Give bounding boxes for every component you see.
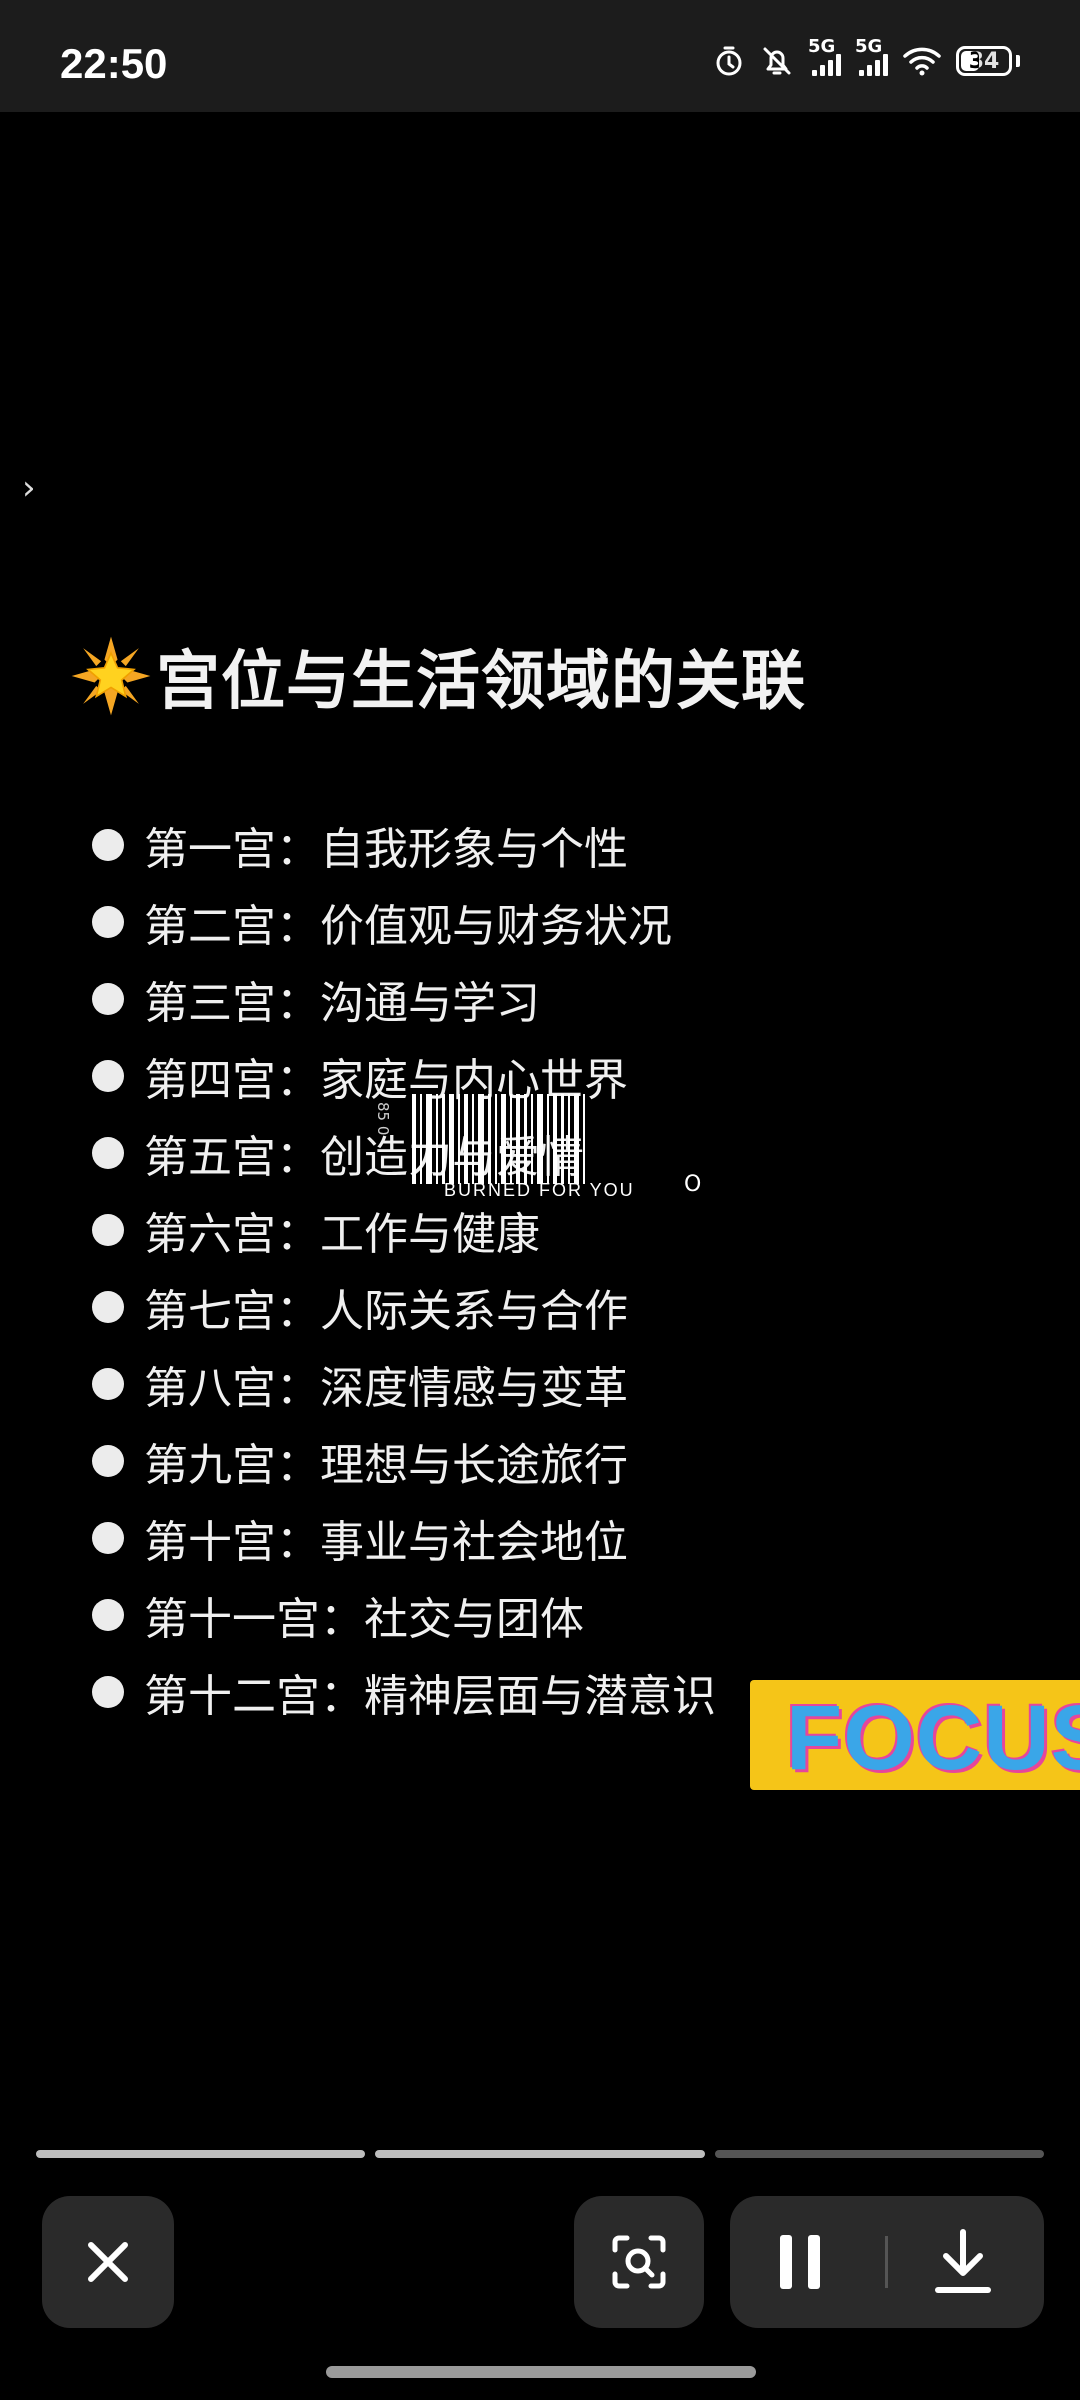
lens-scan-icon <box>612 2235 666 2289</box>
download-button[interactable] <box>928 2226 998 2298</box>
barcode-sticker[interactable]: 85 0 BURNED FOR YOU O <box>372 1092 712 1202</box>
pause-button[interactable] <box>770 2229 830 2295</box>
bullet-dot <box>92 1290 124 1323</box>
close-icon <box>88 2242 128 2282</box>
mute-bell-icon <box>763 47 791 75</box>
bullet-dot <box>92 1213 124 1246</box>
focus-sticker[interactable]: FOCUS <box>750 1680 1080 1790</box>
focus-sticker-text: FOCUS <box>786 1687 1080 1789</box>
list-item: 第十一宫：社交与团体 <box>92 1576 716 1653</box>
bullet-dot <box>92 1136 124 1169</box>
barcode-mark: O <box>684 1172 702 1197</box>
barcode-graphic <box>412 1094 589 1184</box>
home-indicator[interactable] <box>326 2366 756 2378</box>
lens-scan-button[interactable] <box>574 2196 704 2328</box>
list-item: 第七宫：人际关系与合作 <box>92 1268 716 1345</box>
battery-icon: 34 <box>956 46 1012 76</box>
status-bar: 22:50 5G 5G 34 <box>0 0 1080 112</box>
list-item: 第十宫：事业与社会地位 <box>92 1499 716 1576</box>
pause-icon <box>780 2235 820 2289</box>
list-item-label: 第十宫：事业与社会地位 <box>144 1516 628 1568</box>
bullet-dot <box>92 828 124 861</box>
list-item: 第一宫：自我形象与个性 <box>92 806 716 883</box>
bullet-dot <box>92 905 124 938</box>
bullet-dot <box>92 1521 124 1554</box>
signal-5g-icon: 5G <box>855 36 888 76</box>
list-item-label: 第十二宫：精神层面与潜意识 <box>144 1670 716 1722</box>
list-item: 第十二宫：精神层面与潜意识 <box>92 1653 716 1730</box>
bullet-dot <box>92 1059 124 1092</box>
story-progress <box>36 2150 1044 2158</box>
battery-level: 34 <box>968 48 1000 74</box>
signal-5g-icon: 5G <box>808 36 841 76</box>
download-icon <box>935 2229 991 2293</box>
barcode-caption: BURNED FOR YOU <box>444 1180 635 1200</box>
bullet-dot <box>92 1444 124 1477</box>
bullet-dot <box>92 1675 124 1708</box>
list-item-label: 第一宫：自我形象与个性 <box>144 823 628 875</box>
list-item-label: 第三宫：沟通与学习 <box>144 977 540 1029</box>
list-item-label: 第九宫：理想与长途旅行 <box>144 1439 628 1491</box>
alarm-icon <box>716 46 742 76</box>
list-item-label: 第十一宫：社交与团体 <box>144 1593 584 1645</box>
list-item-label: 第六宫：工作与健康 <box>144 1208 540 1260</box>
list-item-label: 第二宫：价值观与财务状况 <box>144 900 672 952</box>
list-item-label: 第八宫：深度情感与变革 <box>144 1362 628 1414</box>
battery-cap <box>1016 55 1020 67</box>
barcode-side-text: 85 0 <box>374 1102 392 1136</box>
house-list: 第一宫：自我形象与个性 第二宫：价值观与财务状况 第三宫：沟通与学习 第四宫：家… <box>92 806 716 1730</box>
wifi-icon <box>903 47 941 76</box>
status-time: 22:50 <box>60 40 168 87</box>
list-item: 第九宫：理想与长途旅行 <box>92 1422 716 1499</box>
glowing-star-icon <box>71 636 151 716</box>
page-title: 宫位与生活领域的关联 <box>156 645 806 719</box>
signal-label: 5G <box>808 36 836 57</box>
bullet-dot <box>92 1367 124 1400</box>
status-icons: 5G 5G 34 <box>712 36 1020 78</box>
bullet-dot <box>92 982 124 1015</box>
list-item-label: 第七宫：人际关系与合作 <box>144 1285 628 1337</box>
list-item: 第八宫：深度情感与变革 <box>92 1345 716 1422</box>
playback-controls <box>730 2196 1044 2328</box>
content-title-row: 宫位与生活领域的关联 <box>70 630 806 722</box>
list-item: 第二宫：价值观与财务状况 <box>92 883 716 960</box>
progress-segment <box>714 2150 1044 2158</box>
close-button[interactable] <box>42 2196 174 2328</box>
bullet-dot <box>92 1598 124 1631</box>
list-item: 第六宫：工作与健康 <box>92 1191 716 1268</box>
side-panel-arrow[interactable]: › <box>22 468 36 508</box>
controls-divider <box>885 2236 888 2288</box>
progress-segment <box>375 2150 705 2158</box>
signal-label: 5G <box>855 36 883 57</box>
list-item: 第三宫：沟通与学习 <box>92 960 716 1037</box>
progress-segment <box>36 2150 366 2158</box>
